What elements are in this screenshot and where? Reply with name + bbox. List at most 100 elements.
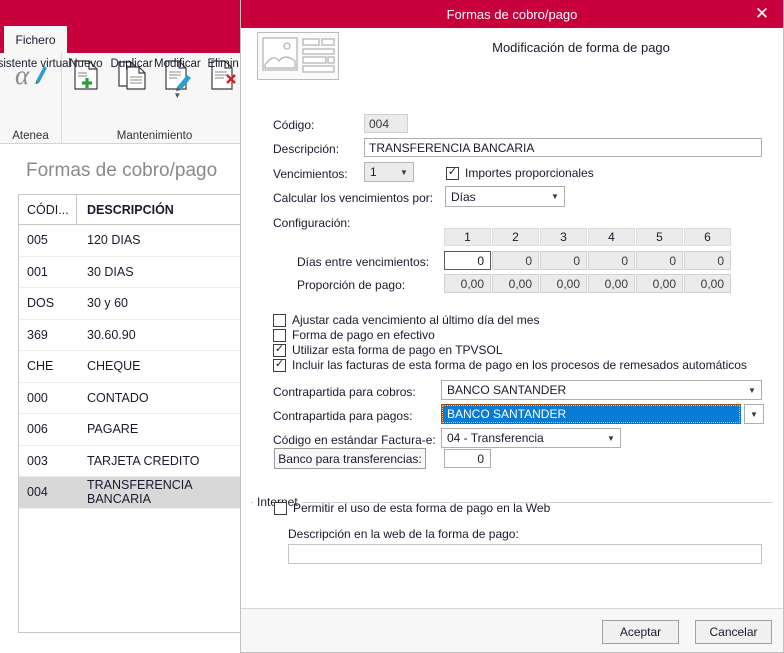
config-col-header-5: 5 bbox=[636, 228, 683, 246]
chevron-down-icon[interactable]: ▼ bbox=[546, 187, 564, 206]
utilizar-tpvsol-label: Utilizar esta forma de pago en TPVSOL bbox=[292, 343, 503, 357]
banco-para-transferencias-field[interactable]: 0 bbox=[444, 449, 491, 468]
ribbon-group-mantenimiento: Nuevo Duplicar Modificar ▼ Elimin Manten… bbox=[63, 53, 246, 144]
calcular-por-value: Días bbox=[451, 189, 476, 204]
nuevo-label: Nuevo bbox=[69, 58, 103, 70]
proporcion-field-4[interactable]: 0,00 bbox=[588, 274, 635, 293]
asistente-virtual-label: Asistente virtual bbox=[0, 58, 72, 70]
duplicar-label: Duplicar bbox=[110, 58, 153, 70]
codigo-field[interactable]: 004 bbox=[364, 114, 408, 133]
table-row[interactable]: 001 30 DIAS bbox=[19, 257, 240, 288]
banco-para-transferencias-button[interactable]: Banco para transferencias: bbox=[274, 448, 426, 469]
codigo-factura-e-label: Código en estándar Factura-e: bbox=[273, 433, 436, 447]
calcular-por-combo[interactable]: Días ▼ bbox=[445, 186, 565, 207]
checkbox-box bbox=[274, 501, 287, 515]
dialog-footer: Aceptar Cancelar bbox=[241, 608, 783, 652]
configuracion-label: Configuración: bbox=[273, 216, 351, 230]
contrapartida-pagos-value: BANCO SANTANDER bbox=[442, 405, 740, 423]
contrapartida-cobros-value: BANCO SANTANDER bbox=[447, 383, 567, 397]
tab-fichero-label: Fichero bbox=[15, 32, 56, 47]
checkbox-box: ✓ bbox=[273, 357, 286, 372]
codigo-factura-e-combo[interactable]: 04 - Transferencia ▼ bbox=[441, 428, 621, 448]
grid-col-codigo[interactable]: CÓDI... bbox=[19, 195, 77, 224]
proporcion-field-5[interactable]: 0,00 bbox=[636, 274, 683, 293]
chevron-down-icon[interactable]: ▼ bbox=[743, 381, 761, 399]
proporcion-field-6[interactable]: 0,00 bbox=[684, 274, 731, 293]
row-descripcion: 120 DIAS bbox=[87, 233, 141, 248]
modificar-button[interactable]: Modificar ▼ bbox=[154, 55, 201, 100]
proporcion-field-2[interactable]: 0,00 bbox=[492, 274, 539, 293]
forma-pago-efectivo-label: Forma de pago en efectivo bbox=[292, 328, 435, 342]
contrapartida-pagos-combo[interactable]: BANCO SANTANDER bbox=[441, 404, 741, 424]
dialog-title: Formas de cobro/pago bbox=[446, 6, 578, 22]
formas-grid[interactable]: CÓDI... DESCRIPCIÓN 005 120 DIAS 001 30 … bbox=[18, 194, 240, 633]
modificar-label: Modificar bbox=[154, 58, 201, 70]
close-icon[interactable]: ✕ bbox=[749, 0, 775, 28]
row-descripcion: CONTADO bbox=[87, 390, 149, 405]
permitir-web-checkbox[interactable]: Permitir el uso de esta forma de pago en… bbox=[274, 501, 550, 515]
descripcion-web-label: Descripción en la web de la forma de pag… bbox=[288, 527, 519, 541]
table-row[interactable]: 005 120 DIAS bbox=[19, 225, 240, 257]
utilizar-tpvsol-checkbox[interactable]: ✓ Utilizar esta forma de pago en TPVSOL bbox=[273, 343, 503, 357]
checkbox-box: ✓ bbox=[273, 342, 286, 357]
codigo-label: Código: bbox=[273, 118, 315, 132]
table-row[interactable]: 000 CONTADO bbox=[19, 383, 240, 414]
chevron-down-icon[interactable]: ▼ bbox=[744, 404, 764, 424]
asistente-virtual-button[interactable]: α Asistente virtual bbox=[0, 55, 71, 92]
chevron-down-icon[interactable]: ▼ bbox=[395, 163, 413, 181]
dialog-body: Modificación de forma de pago Código: 00… bbox=[241, 28, 783, 652]
page-title: Formas de cobro/pago bbox=[26, 160, 218, 181]
incluir-facturas-remesados-checkbox[interactable]: ✓ Incluir las facturas de esta forma de … bbox=[273, 358, 747, 372]
eliminar-label: Elimin bbox=[207, 58, 239, 70]
cancelar-label: Cancelar bbox=[709, 625, 758, 639]
row-codigo: 369 bbox=[27, 327, 48, 342]
permitir-web-label: Permitir el uso de esta forma de pago en… bbox=[293, 501, 551, 515]
descripcion-field[interactable]: TRANSFERENCIA BANCARIA bbox=[364, 138, 762, 157]
ajustar-vencimiento-checkbox[interactable]: Ajustar cada vencimiento al último día d… bbox=[273, 313, 539, 327]
vencimientos-label: Vencimientos: bbox=[273, 167, 348, 181]
dias-field-3[interactable]: 0 bbox=[540, 251, 587, 270]
nuevo-button[interactable]: Nuevo bbox=[63, 55, 109, 92]
row-codigo: 006 bbox=[27, 422, 48, 437]
forma-pago-efectivo-checkbox[interactable]: Forma de pago en efectivo bbox=[273, 328, 435, 342]
grid-header-row: CÓDI... DESCRIPCIÓN bbox=[19, 195, 240, 225]
contrapartida-cobros-combo[interactable]: BANCO SANTANDER ▼ bbox=[441, 380, 762, 400]
row-descripcion: 30 DIAS bbox=[87, 264, 134, 279]
table-row-selected[interactable]: 004 TRANSFERENCIA BANCARIA bbox=[19, 477, 240, 509]
vencimientos-combo[interactable]: 1 ▼ bbox=[364, 162, 414, 182]
cancelar-button[interactable]: Cancelar bbox=[695, 620, 772, 644]
aceptar-button[interactable]: Aceptar bbox=[602, 620, 679, 644]
dias-field-4[interactable]: 0 bbox=[588, 251, 635, 270]
proporcion-field-3[interactable]: 0,00 bbox=[540, 274, 587, 293]
tab-fichero[interactable]: Fichero bbox=[4, 26, 67, 53]
table-row[interactable]: CHE CHEQUE bbox=[19, 351, 240, 383]
banco-para-transferencias-label: Banco para transferencias: bbox=[278, 451, 422, 466]
dias-field-2[interactable]: 0 bbox=[492, 251, 539, 270]
descripcion-web-field[interactable] bbox=[288, 544, 762, 564]
chevron-down-icon[interactable]: ▼ bbox=[173, 92, 181, 100]
table-row[interactable]: 369 30.60.90 bbox=[19, 320, 240, 351]
row-descripcion: TRANSFERENCIA BANCARIA bbox=[87, 478, 192, 507]
dialog-title-bar: Formas de cobro/pago ✕ bbox=[241, 0, 783, 28]
dias-field-6[interactable]: 0 bbox=[684, 251, 731, 270]
grid-col-descripcion[interactable]: DESCRIPCIÓN bbox=[77, 203, 240, 217]
ajustar-vencimiento-label: Ajustar cada vencimiento al último día d… bbox=[292, 313, 540, 327]
row-codigo: DOS bbox=[27, 296, 55, 311]
row-codigo: 003 bbox=[27, 453, 48, 468]
importes-proporcionales-checkbox[interactable]: ✓ Importes proporcionales bbox=[446, 166, 594, 180]
table-row[interactable]: DOS 30 y 60 bbox=[19, 288, 240, 320]
row-descripcion: 30.60.90 bbox=[87, 327, 136, 342]
proporcion-field-1[interactable]: 0,00 bbox=[444, 274, 491, 293]
table-row[interactable]: 003 TARJETA CREDITO bbox=[19, 446, 240, 477]
chevron-down-icon[interactable]: ▼ bbox=[602, 429, 620, 447]
config-col-header-1: 1 bbox=[444, 228, 491, 246]
ribbon-group-atenea-caption: Atenea bbox=[12, 130, 49, 142]
duplicar-button[interactable]: Duplicar bbox=[109, 55, 155, 92]
table-row[interactable]: 006 PAGARE bbox=[19, 414, 240, 446]
aceptar-label: Aceptar bbox=[619, 625, 662, 639]
config-col-header-6: 6 bbox=[684, 228, 731, 246]
checkbox-box: ✓ bbox=[446, 165, 459, 180]
vencimientos-value: 1 bbox=[370, 165, 377, 179]
dias-field-1[interactable]: 0 bbox=[444, 251, 491, 270]
dias-field-5[interactable]: 0 bbox=[636, 251, 683, 270]
